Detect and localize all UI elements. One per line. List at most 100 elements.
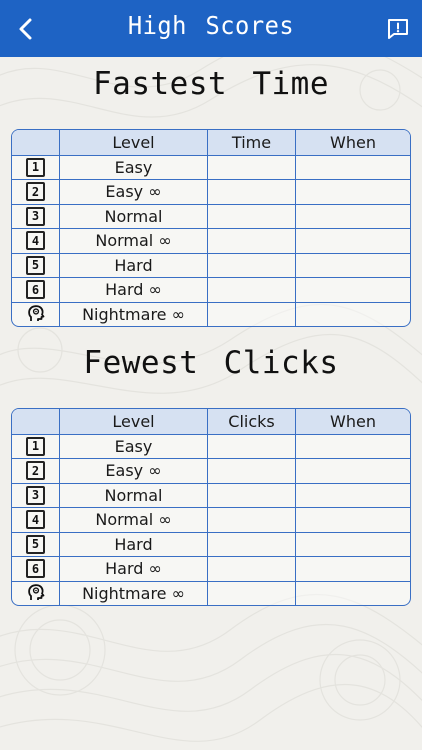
level-name: Hard ∞ bbox=[59, 557, 207, 581]
level-icon-cell: 1 bbox=[12, 435, 59, 459]
when-value bbox=[295, 483, 410, 507]
table-header-row: Level Clicks When bbox=[12, 409, 410, 434]
level-name: Easy ∞ bbox=[59, 459, 207, 483]
clicks-value bbox=[207, 581, 295, 605]
header-time: Time bbox=[207, 130, 295, 155]
level-icon-cell: 5 bbox=[12, 254, 59, 278]
level-number-icon: 6 bbox=[26, 280, 45, 300]
clicks-value bbox=[207, 557, 295, 581]
level-icon-cell: 1 bbox=[12, 156, 59, 180]
level-number-icon: 5 bbox=[26, 534, 45, 554]
fastest-time-table: Level Time When 1 Easy 2 Easy ∞ 3 Normal 4 Normal … bbox=[11, 129, 411, 327]
brain-head-icon bbox=[27, 305, 44, 322]
table-row: 4 Normal ∞ bbox=[12, 507, 410, 532]
when-value bbox=[295, 180, 410, 204]
table-row: 2 Easy ∞ bbox=[12, 458, 410, 483]
clicks-value bbox=[207, 532, 295, 556]
level-number-icon: 1 bbox=[26, 157, 45, 177]
header-level: Level bbox=[59, 130, 207, 155]
when-value bbox=[295, 532, 410, 556]
level-name: Hard bbox=[59, 532, 207, 556]
header-when: When bbox=[295, 130, 410, 155]
level-name: Easy ∞ bbox=[59, 180, 207, 204]
table-row: 4 Normal ∞ bbox=[12, 228, 410, 253]
level-name: Easy bbox=[59, 434, 207, 458]
level-number-icon: 2 bbox=[26, 182, 45, 202]
table-row: 6 Hard ∞ bbox=[12, 556, 410, 581]
time-value bbox=[207, 204, 295, 228]
level-name: Normal bbox=[59, 204, 207, 228]
time-value bbox=[207, 155, 295, 179]
table-row: 1 Easy bbox=[12, 433, 410, 459]
page-title: High Scores bbox=[127, 11, 295, 40]
table-row: 6 Hard ∞ bbox=[12, 277, 410, 302]
table-row: 5 Hard bbox=[12, 252, 410, 278]
when-value bbox=[295, 229, 410, 253]
level-icon-cell: 2 bbox=[12, 459, 59, 483]
level-icon-cell: 6 bbox=[12, 278, 59, 302]
level-icon-cell: 2 bbox=[12, 180, 59, 204]
level-name: Normal ∞ bbox=[59, 229, 207, 253]
when-value bbox=[295, 434, 410, 458]
when-value bbox=[295, 302, 410, 326]
level-name: Normal bbox=[59, 483, 207, 507]
level-icon-cell bbox=[12, 303, 59, 327]
header-clicks: Clicks bbox=[207, 409, 295, 434]
table-row: 1 Easy bbox=[12, 154, 410, 180]
level-number-icon: 4 bbox=[26, 231, 45, 251]
clicks-value bbox=[207, 483, 295, 507]
level-name: Easy bbox=[59, 155, 207, 179]
level-icon-cell: 4 bbox=[12, 508, 59, 532]
header-level: Level bbox=[59, 409, 207, 434]
level-number-icon: 6 bbox=[26, 559, 45, 579]
level-name: Nightmare ∞ bbox=[59, 302, 207, 326]
level-name: Nightmare ∞ bbox=[59, 581, 207, 605]
level-icon-cell: 6 bbox=[12, 557, 59, 581]
level-name: Hard bbox=[59, 253, 207, 277]
table-row: 5 Hard bbox=[12, 531, 410, 557]
level-number-icon: 1 bbox=[26, 436, 45, 456]
level-icon-cell: 4 bbox=[12, 229, 59, 253]
clicks-value bbox=[207, 459, 295, 483]
header-when: When bbox=[295, 409, 410, 434]
level-icon-cell: 3 bbox=[12, 484, 59, 508]
time-value bbox=[207, 253, 295, 277]
table-row: Nightmare ∞ bbox=[12, 580, 410, 606]
level-name: Normal ∞ bbox=[59, 508, 207, 532]
clicks-value bbox=[207, 508, 295, 532]
level-icon-cell: 3 bbox=[12, 205, 59, 229]
when-value bbox=[295, 581, 410, 605]
when-value bbox=[295, 155, 410, 179]
level-number-icon: 3 bbox=[26, 206, 45, 226]
time-value bbox=[207, 229, 295, 253]
when-value bbox=[295, 253, 410, 277]
header-icon-cell bbox=[12, 130, 59, 155]
time-value bbox=[207, 302, 295, 326]
fewest-clicks-table: Level Clicks When 1 Easy 2 Easy ∞ 3 Normal 4 Norma… bbox=[11, 408, 411, 606]
fewest-clicks-title: Fewest Clicks bbox=[83, 345, 339, 381]
level-name: Hard ∞ bbox=[59, 278, 207, 302]
feedback-icon bbox=[388, 19, 408, 39]
when-value bbox=[295, 508, 410, 532]
level-icon-cell bbox=[12, 582, 59, 606]
fastest-time-title: Fastest Time bbox=[93, 66, 329, 102]
level-number-icon: 2 bbox=[26, 461, 45, 481]
table-row: 2 Easy ∞ bbox=[12, 179, 410, 204]
brain-head-icon bbox=[27, 584, 44, 601]
level-number-icon: 4 bbox=[26, 510, 45, 530]
when-value bbox=[295, 278, 410, 302]
clicks-value bbox=[207, 434, 295, 458]
level-number-icon: 3 bbox=[26, 485, 45, 505]
table-header-row: Level Time When bbox=[12, 130, 410, 155]
time-value bbox=[207, 278, 295, 302]
when-value bbox=[295, 459, 410, 483]
navigation-bar: High Scores bbox=[0, 0, 422, 57]
level-number-icon: 5 bbox=[26, 255, 45, 275]
when-value bbox=[295, 204, 410, 228]
feedback-button[interactable] bbox=[381, 12, 415, 46]
table-row: 3 Normal bbox=[12, 203, 410, 229]
when-value bbox=[295, 557, 410, 581]
table-row: 3 Normal bbox=[12, 482, 410, 508]
table-row: Nightmare ∞ bbox=[12, 301, 410, 327]
level-icon-cell: 5 bbox=[12, 533, 59, 557]
